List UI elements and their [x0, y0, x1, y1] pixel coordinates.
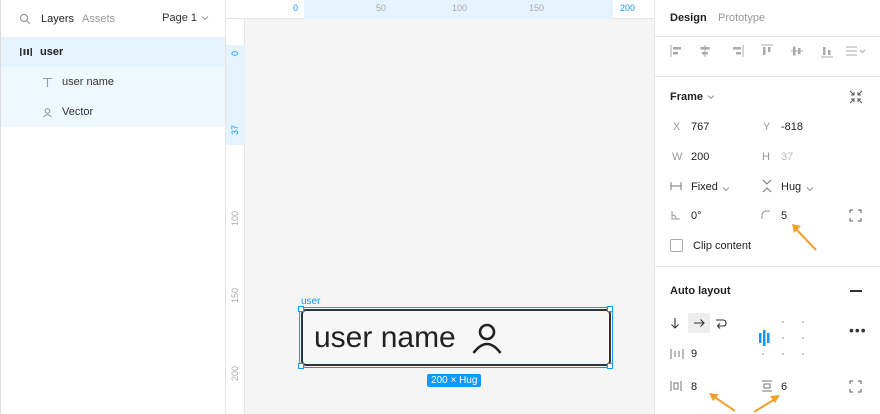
ruler-tick: 0: [230, 50, 240, 56]
rotation-field[interactable]: 0°: [691, 210, 702, 222]
arrow-right-icon[interactable]: [688, 313, 710, 333]
more-options-icon[interactable]: •••: [849, 322, 867, 338]
rotation-icon: [671, 210, 681, 223]
layer-row-user-name[interactable]: user name: [1, 67, 225, 97]
layer-name: user: [40, 46, 64, 58]
frame-text[interactable]: user name: [314, 321, 456, 355]
divider: [655, 76, 880, 77]
layers-panel: Layers Assets Page 1 user user name Vect…: [0, 0, 226, 414]
horizontal-padding-icon: [670, 380, 682, 395]
height-field[interactable]: 37: [781, 151, 793, 163]
canvas[interactable]: user user name 200 × Hug: [245, 19, 654, 414]
page-selector[interactable]: Page 1: [162, 12, 209, 24]
align-right-icon[interactable]: [730, 44, 744, 58]
layer-row-user[interactable]: user: [1, 37, 225, 67]
ruler-tick: 200: [620, 3, 636, 13]
layer-name: Vector: [62, 106, 94, 118]
text-icon: [40, 75, 54, 89]
annotation-arrow: [709, 393, 736, 412]
ruler-tick: 0: [293, 3, 299, 13]
y-field[interactable]: -818: [781, 121, 803, 133]
width-mode-dropdown[interactable]: Fixed: [691, 181, 718, 193]
annotation-arrow: [753, 395, 780, 413]
align-center-horizontal-icon[interactable]: [698, 44, 712, 58]
size-badge: 200 × Hug: [427, 374, 482, 387]
align-bottom-icon[interactable]: [820, 44, 834, 58]
user-icon: [40, 105, 54, 119]
height-mode-dropdown[interactable]: Hug: [781, 181, 801, 193]
section-title-label: Frame: [670, 91, 704, 103]
auto-layout-section-title: Auto layout: [670, 285, 731, 297]
chevron-down-icon: [722, 183, 730, 195]
remove-auto-layout-icon[interactable]: [850, 290, 862, 292]
design-panel: Design Prototype Frame X 767 Y -818 W 20…: [654, 0, 880, 414]
x-label: X: [673, 121, 681, 133]
resize-handle[interactable]: [607, 306, 613, 312]
chevron-down-icon: [806, 183, 814, 195]
layer-row-vector[interactable]: Vector: [1, 97, 225, 127]
ruler-left: 0 37 100 150 200: [226, 19, 245, 414]
tab-assets[interactable]: Assets: [82, 13, 115, 25]
y-label: Y: [763, 121, 771, 133]
frame-section-title[interactable]: Frame: [670, 91, 715, 103]
annotation-arrow: [792, 224, 817, 251]
ruler-tick: 200: [230, 365, 240, 381]
align-top-icon[interactable]: [760, 44, 774, 58]
gap-field[interactable]: 9: [691, 348, 697, 360]
ruler-tick: 50: [376, 3, 387, 13]
alignment-grid[interactable]: [753, 314, 813, 362]
layers-panel-header: Layers Assets Page 1: [1, 0, 225, 37]
x-field[interactable]: 767: [691, 121, 709, 133]
resize-handle[interactable]: [607, 363, 613, 369]
align-center-vertical-icon[interactable]: [790, 44, 804, 58]
h-label: H: [762, 151, 770, 163]
vertical-padding-field[interactable]: 6: [781, 381, 787, 393]
resize-handle[interactable]: [298, 363, 304, 369]
clip-content-checkbox[interactable]: [670, 239, 683, 252]
corner-radius-icon: [761, 210, 771, 223]
ruler-top: 0 50 100 150 200: [226, 0, 654, 19]
w-label: W: [672, 151, 683, 163]
ruler-tick: 150: [230, 287, 240, 303]
chevron-down-icon: [707, 95, 715, 100]
fixed-width-icon: [670, 181, 682, 194]
tab-prototype[interactable]: Prototype: [718, 12, 765, 24]
selected-frame[interactable]: user name: [299, 307, 613, 368]
horizontal-padding-field[interactable]: 8: [691, 381, 697, 393]
divider: [655, 36, 880, 37]
resize-handle[interactable]: [298, 306, 304, 312]
auto-layout-frame-icon: [19, 45, 33, 59]
page-selector-label: Page 1: [162, 12, 197, 24]
align-left-icon[interactable]: [670, 44, 684, 58]
tab-layers[interactable]: Layers: [41, 13, 74, 25]
layer-name: user name: [62, 76, 114, 88]
ruler-tick: 100: [230, 210, 240, 226]
arrow-down-icon[interactable]: [670, 317, 680, 332]
wrap-icon[interactable]: [715, 317, 727, 332]
chevron-down-icon: [201, 12, 209, 24]
hug-height-icon: [761, 179, 773, 196]
resize-to-fit-icon[interactable]: [849, 90, 863, 107]
clip-content-label: Clip content: [693, 240, 752, 252]
distribute-menu-icon[interactable]: [845, 44, 867, 58]
individual-padding-icon[interactable]: [849, 380, 862, 396]
independent-corners-icon[interactable]: [849, 209, 862, 225]
ruler-tick: 100: [452, 3, 468, 13]
ruler-tick: 37: [230, 124, 240, 135]
divider: [655, 266, 880, 267]
horizontal-gap-icon: [670, 348, 684, 363]
ruler-tick: 150: [529, 3, 545, 13]
tab-design[interactable]: Design: [670, 12, 707, 24]
width-field[interactable]: 200: [691, 151, 709, 163]
user-icon[interactable]: [470, 321, 504, 355]
search-icon[interactable]: [19, 13, 31, 25]
